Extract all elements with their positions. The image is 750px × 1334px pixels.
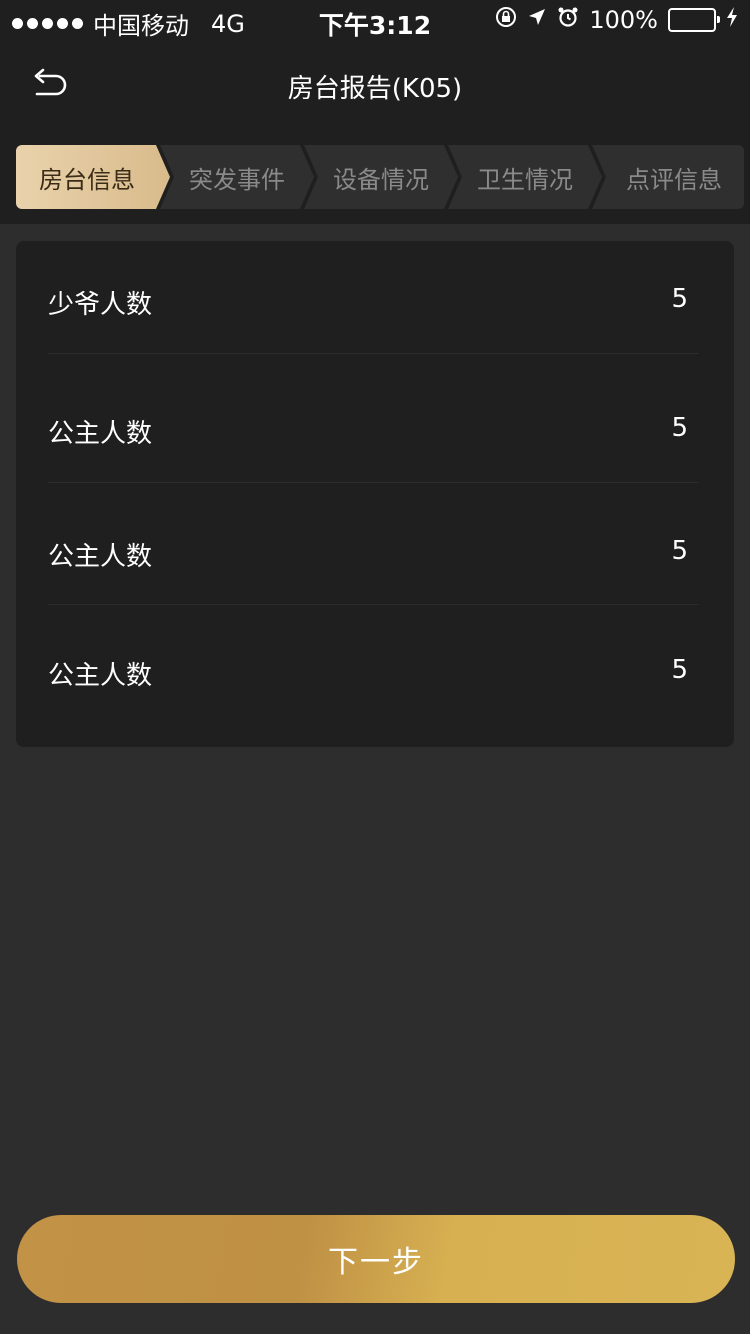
rotation-lock-icon bbox=[495, 6, 517, 34]
divider bbox=[48, 482, 699, 483]
divider bbox=[48, 604, 699, 605]
alarm-icon bbox=[557, 6, 579, 34]
status-right: 100% bbox=[495, 6, 738, 34]
tab-hygiene[interactable]: 卫生情况 bbox=[448, 145, 602, 209]
battery-percent: 100% bbox=[589, 6, 658, 34]
row-label: 公主人数 bbox=[48, 542, 153, 572]
step-tabs: 房台信息 突发事件 设备情况 卫生情况 点评信息 bbox=[16, 145, 744, 209]
tab-emergency[interactable]: 突发事件 bbox=[160, 145, 314, 209]
tab-review[interactable]: 点评信息 bbox=[592, 145, 744, 209]
info-card: 少爷人数 5 公主人数 5 公主人数 5 公主人数 5 bbox=[16, 241, 734, 747]
nav-bar: 房台报告(K05) bbox=[0, 40, 750, 128]
row-value: 5 bbox=[671, 413, 688, 443]
row-label: 公主人数 bbox=[48, 661, 153, 691]
location-icon bbox=[527, 7, 547, 33]
row-value: 5 bbox=[671, 655, 688, 685]
row-value: 5 bbox=[671, 536, 688, 566]
next-step-button[interactable]: 下一步 bbox=[17, 1215, 735, 1303]
page-title: 房台报告(K05) bbox=[287, 74, 463, 104]
tab-room-info[interactable]: 房台信息 bbox=[16, 145, 170, 209]
charging-icon bbox=[726, 6, 738, 34]
row-value: 5 bbox=[671, 284, 688, 314]
row-label: 公主人数 bbox=[48, 419, 153, 449]
row-label: 少爷人数 bbox=[48, 290, 153, 320]
divider bbox=[48, 353, 699, 354]
status-bar: 中国移动 4G 下午3:12 100% bbox=[0, 0, 750, 40]
battery-icon bbox=[668, 8, 720, 32]
tab-equipment[interactable]: 设备情况 bbox=[304, 145, 458, 209]
